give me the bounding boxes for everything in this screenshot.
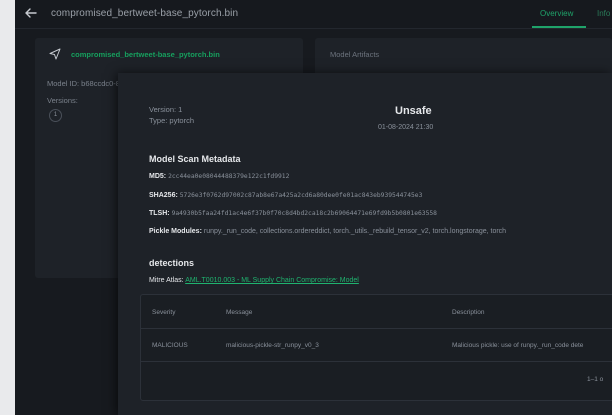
send-icon xyxy=(49,48,61,60)
detections-heading: detections xyxy=(149,258,195,268)
model-id: Model ID: b68ccdc0-8 xyxy=(47,79,120,88)
active-tab-indicator xyxy=(532,26,586,28)
page-title: compromised_bertweet-base_pytorch.bin xyxy=(51,8,239,19)
md5-row: MD5: 2cc44ea0e08044488379e122c1fd9912 xyxy=(149,173,289,180)
modal-version: Version: 1 xyxy=(149,105,183,114)
model-name-link[interactable]: compromised_bertweet-base_pytorch.bin xyxy=(71,50,220,59)
column-header-severity[interactable]: Severity xyxy=(152,309,175,316)
tab-info[interactable]: Info xyxy=(597,9,610,18)
mitre-atlas-row: Mitre Atlas: AML.T0010.003 - ML Supply C… xyxy=(149,277,359,284)
mitre-label: Mitre Atlas: xyxy=(149,277,184,284)
header-bar: compromised_bertweet-base_pytorch.bin Ov… xyxy=(15,0,612,29)
scan-date: 01-08-2024 21:30 xyxy=(378,124,434,131)
tlsh-row: TLSH: 9a4930b5faa24fd1ac4e6f37b0f70c8d4b… xyxy=(149,210,437,217)
pagination-info: 1–1 o xyxy=(587,376,604,383)
model-artifacts-title: Model Artifacts xyxy=(330,50,380,59)
sha256-label: SHA256: xyxy=(149,192,178,199)
tab-overview[interactable]: Overview xyxy=(540,9,573,18)
pickle-row: Pickle Modules: runpy._run_code, collect… xyxy=(149,228,506,235)
column-header-description[interactable]: Description xyxy=(452,309,485,316)
cell-severity: MALICIOUS xyxy=(152,342,188,349)
mitre-link[interactable]: AML.T0010.003 - ML Supply Chain Compromi… xyxy=(185,277,359,284)
sha256-row: SHA256: 5726e3f0762d97002c87ab8e67a425a2… xyxy=(149,192,422,199)
pickle-value: runpy._run_code, collections.ordereddict… xyxy=(203,228,507,235)
header-divider xyxy=(141,328,612,329)
scan-details-modal: Version: 1 Type: pytorch Unsafe 01-08-20… xyxy=(118,73,612,415)
tlsh-value: 9a4930b5faa24fd1ac4e6f37b0f70c8d4bd2ca18… xyxy=(171,210,437,217)
column-header-message[interactable]: Message xyxy=(226,309,252,316)
detections-table: Severity Message Description MALICIOUS m… xyxy=(140,294,612,401)
sha256-value: 5726e3f0762d97002c87ab8e67a425a2cd6a80de… xyxy=(179,192,423,199)
modal-type: Type: pytorch xyxy=(149,116,195,125)
versions-label: Versions: xyxy=(47,96,78,105)
md5-label: MD5: xyxy=(149,173,167,180)
scan-status: Unsafe xyxy=(395,105,432,117)
pickle-label: Pickle Modules: xyxy=(149,228,202,235)
back-arrow-icon[interactable] xyxy=(23,5,39,21)
md5-value: 2cc44ea0e08044488379e122c1fd9912 xyxy=(168,173,290,180)
tlsh-label: TLSH: xyxy=(149,210,170,217)
metadata-heading: Model Scan Metadata xyxy=(149,154,241,164)
app-window: compromised_bertweet-base_pytorch.bin Ov… xyxy=(15,0,612,415)
cell-description: Malicious pickle: use of runpy._run_code… xyxy=(452,342,584,349)
cell-message: malicious-pickle-str_runpy_v0_3 xyxy=(226,342,319,349)
row-divider xyxy=(141,361,612,362)
version-badge[interactable]: 1 xyxy=(49,109,62,122)
